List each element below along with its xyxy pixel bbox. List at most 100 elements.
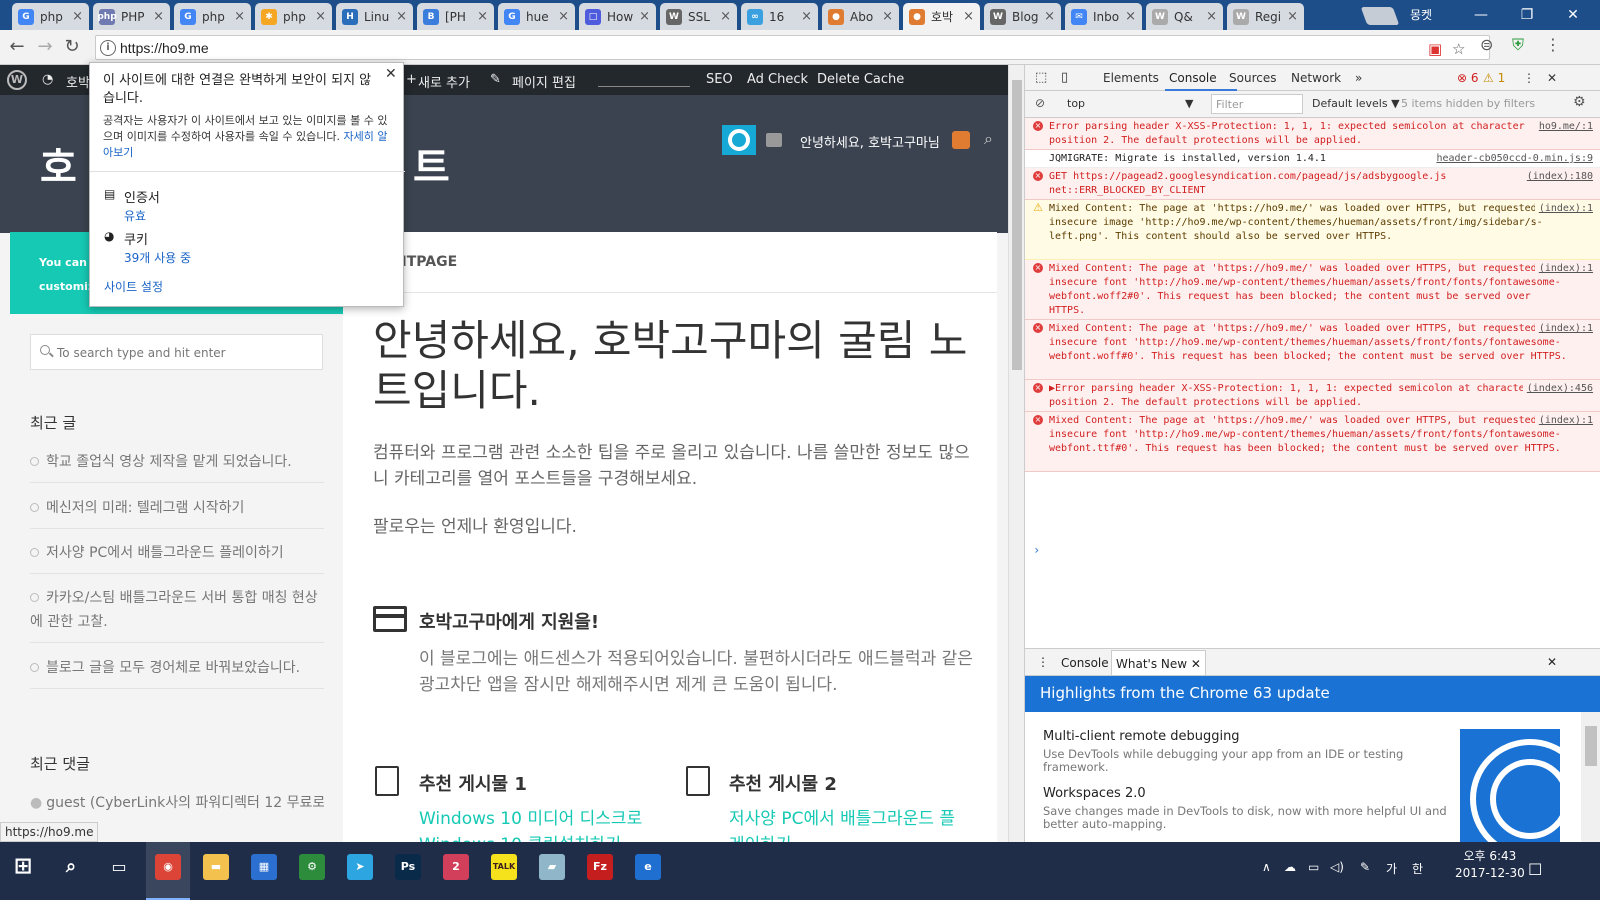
browser-tab[interactable]: Ghue ×: [498, 3, 575, 30]
recommended-post-2-link[interactable]: 저사양 PC에서 배틀그라운드 플레이하기: [729, 806, 969, 842]
site-settings-link[interactable]: 사이트 설정: [104, 278, 163, 295]
pencil-icon[interactable]: ✎: [490, 72, 501, 87]
wp-new-button[interactable]: 새로 추가: [418, 72, 470, 91]
recommended-post-1-link[interactable]: Windows 10 미디어 디스크로 Windows 10 클린설치하기: [419, 806, 659, 842]
drawer-tab-whats-new[interactable]: What's New ✕: [1111, 650, 1206, 675]
telegram-icon[interactable]: ➤: [347, 854, 373, 880]
recent-post-link[interactable]: 저사양 PC에서 배틀그라운드 플레이하기: [30, 541, 324, 574]
forward-icon[interactable]: →: [34, 37, 56, 59]
browser-tab[interactable]: H Linu ×: [336, 3, 413, 30]
context-selector[interactable]: top ▼: [1067, 97, 1197, 110]
menu-kebab-icon[interactable]: ⋮: [1545, 35, 1561, 54]
console-settings-gear-icon[interactable]: ⚙: [1573, 94, 1586, 110]
drawer-tab-console[interactable]: Console: [1061, 656, 1109, 670]
site-title-left[interactable]: 호: [40, 135, 79, 193]
reload-icon[interactable]: ↻: [61, 37, 83, 59]
pen-icon[interactable]: ✎: [1360, 860, 1370, 874]
close-tab-icon[interactable]: ✕: [1191, 657, 1201, 671]
drawer-scrollbar[interactable]: [1581, 712, 1600, 843]
wordpress-icon[interactable]: W: [7, 70, 27, 90]
console-source-link[interactable]: (index):1: [1534, 262, 1593, 276]
console-source-link[interactable]: (index):1: [1534, 322, 1593, 336]
console-source-link[interactable]: (index):1: [1534, 202, 1593, 216]
user-greeting[interactable]: 안녕하세요, 호박고구마님: [800, 132, 940, 151]
close-tab-icon[interactable]: ×: [477, 9, 488, 24]
log-levels-dropdown[interactable]: Default levels ▼: [1312, 97, 1400, 110]
wp-seo-button[interactable]: SEO: [706, 72, 733, 87]
tab-elements[interactable]: Elements: [1103, 71, 1159, 85]
close-tab-icon[interactable]: ×: [234, 9, 245, 24]
certificate-status-link[interactable]: 유효: [124, 207, 146, 224]
stats-sparkline[interactable]: [598, 77, 690, 87]
close-tab-icon[interactable]: ×: [963, 9, 974, 24]
recent-post-link[interactable]: 학교 졸업식 영상 제작을 맡게 되었습니다.: [30, 450, 324, 483]
error-count-badge[interactable]: ⊗ 6: [1457, 71, 1479, 85]
browser-tab[interactable]: Gphp ×: [12, 3, 89, 30]
inspect-element-icon[interactable]: ⬚: [1035, 70, 1047, 85]
close-drawer-icon[interactable]: ✕: [1547, 655, 1557, 669]
messenger-icon[interactable]: 2: [443, 854, 469, 880]
plus-icon[interactable]: +: [406, 72, 417, 87]
close-tab-icon[interactable]: ×: [1125, 9, 1136, 24]
clear-console-icon[interactable]: ⊘: [1035, 96, 1045, 110]
chrome-icon[interactable]: ◉: [155, 854, 181, 880]
ime-mode[interactable]: 가: [1386, 860, 1397, 877]
whats-new-item-2-title[interactable]: Workspaces 2.0: [1043, 786, 1146, 801]
browser-tab[interactable]: W Blog ×: [984, 3, 1061, 30]
browser-tab[interactable]: □ How ×: [579, 3, 656, 30]
network-icon[interactable]: ▭: [1308, 860, 1319, 874]
close-tab-icon[interactable]: ×: [882, 9, 893, 24]
address-bar[interactable]: i https://ho9.me ▣ ☆: [95, 35, 1490, 60]
console-message[interactable]: × Mixed Content: The page at 'https://ho9…: [1025, 412, 1600, 472]
volume-icon[interactable]: ◁): [1330, 860, 1344, 874]
console-message[interactable]: ⚠ Mixed Content: The page at 'https://ho9…: [1025, 200, 1600, 260]
close-tab-icon[interactable]: ×: [1044, 9, 1055, 24]
console-filter-input[interactable]: Filter: [1211, 94, 1303, 114]
kakaotalk-icon[interactable]: TALK: [491, 854, 517, 880]
console-source-link[interactable]: (index):456: [1522, 382, 1593, 396]
close-tab-icon[interactable]: ×: [1206, 9, 1217, 24]
close-tab-icon[interactable]: ×: [72, 9, 83, 24]
close-tab-icon[interactable]: ×: [558, 9, 569, 24]
whats-new-item-1-title[interactable]: Multi-client remote debugging: [1043, 729, 1240, 744]
recent-post-link[interactable]: 메신저의 미래: 텔레그램 시작하기: [30, 496, 324, 529]
warning-count-badge[interactable]: ⚠ 1: [1483, 71, 1505, 85]
close-devtools-icon[interactable]: ✕: [1547, 71, 1557, 85]
tab-network[interactable]: Network: [1291, 71, 1341, 85]
browser-tab[interactable]: php PHP ×: [93, 3, 170, 30]
tab-sources[interactable]: Sources: [1229, 71, 1276, 85]
browser-tab[interactable]: W Regi ×: [1227, 3, 1304, 30]
console-source-link[interactable]: (index):180: [1522, 170, 1593, 184]
close-tab-icon[interactable]: ×: [315, 9, 326, 24]
console-source-link[interactable]: ho9.me/:1: [1534, 120, 1593, 134]
close-tab-icon[interactable]: ×: [153, 9, 164, 24]
shield-extension-icon[interactable]: ⛨: [1512, 35, 1524, 55]
tab-console[interactable]: Console: [1169, 71, 1217, 85]
more-tabs-icon[interactable]: »: [1355, 71, 1362, 85]
dashboard-icon[interactable]: ◔: [42, 72, 53, 87]
sidebar-search-input[interactable]: To search type and hit enter: [30, 334, 323, 370]
console-source-link[interactable]: (index):1: [1534, 414, 1593, 428]
cookie-count-link[interactable]: 39개 사용 중: [124, 249, 191, 266]
wp-adcheck-button[interactable]: Ad Check: [747, 72, 808, 87]
console-prompt[interactable]: ›: [1033, 543, 1040, 557]
console-source-link[interactable]: header-cb050ccd-0.min.js:9: [1432, 152, 1593, 166]
devtools-menu-icon[interactable]: ⋮: [1523, 71, 1535, 85]
search-icon[interactable]: ⌕: [984, 129, 993, 149]
browser-tab[interactable]: Gphp ×: [174, 3, 251, 30]
extension-icon[interactable]: ⊜: [1480, 35, 1493, 54]
blocked-content-icon[interactable]: ▣: [1428, 40, 1442, 58]
recent-post-link[interactable]: 카카오/스팀 배틀그라운드 서버 통합 매칭 현상에 관한 고찰.: [30, 586, 324, 643]
search-icon[interactable]: ⌕: [58, 854, 84, 880]
site-info-icon[interactable]: i: [100, 40, 116, 56]
notification-icon[interactable]: ☐: [1528, 860, 1542, 879]
close-icon[interactable]: ✕: [385, 66, 397, 82]
ime-hanja[interactable]: 한: [1412, 860, 1423, 877]
console-message[interactable]: × Mixed Content: The page at 'https://ho9…: [1025, 320, 1600, 380]
wp-delete-cache-button[interactable]: Delete Cache: [817, 72, 904, 87]
photoshop-icon[interactable]: Ps: [395, 854, 421, 880]
browser-tab[interactable]: W SSL ×: [660, 3, 737, 30]
new-tab-button[interactable]: [1360, 7, 1400, 25]
close-tab-icon[interactable]: ×: [1287, 9, 1298, 24]
store-icon[interactable]: ▦: [251, 854, 277, 880]
